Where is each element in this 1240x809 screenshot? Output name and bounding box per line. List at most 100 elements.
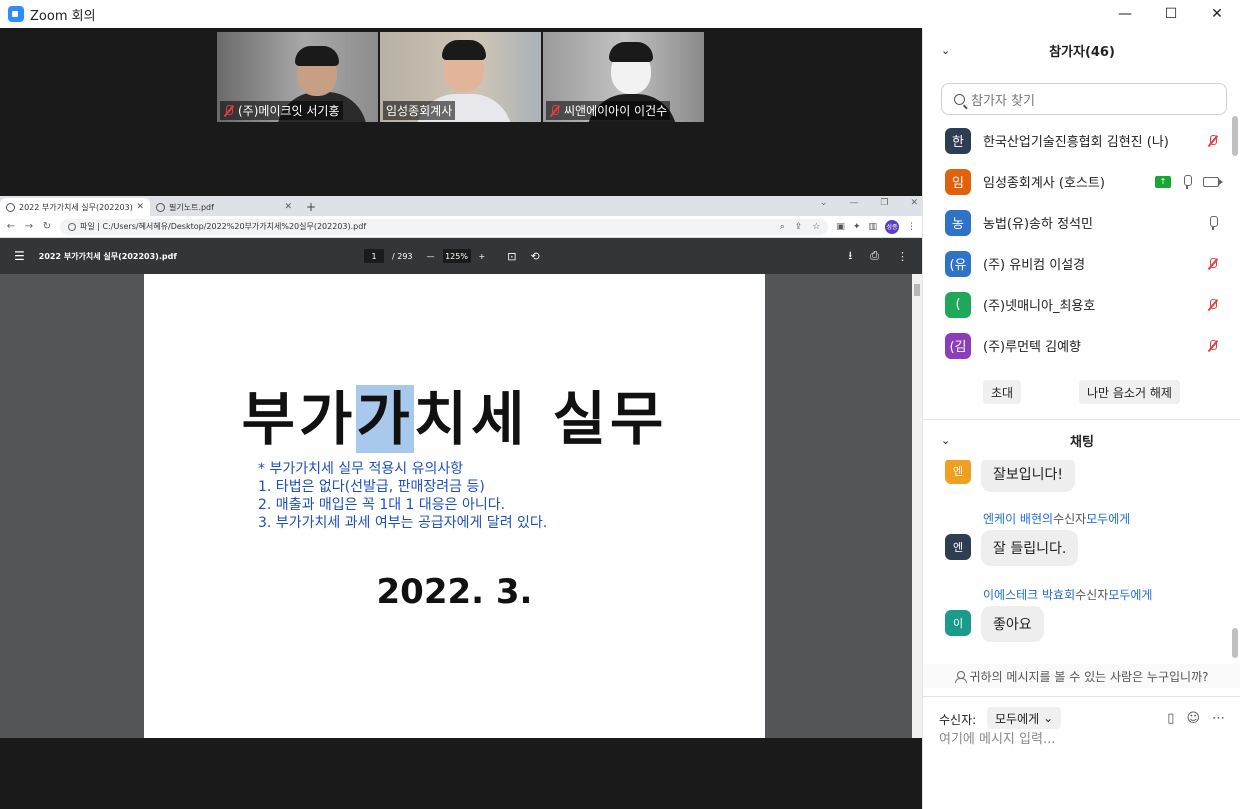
profile-avatar[interactable]: 성종 (885, 219, 899, 234)
mic-muted-icon[interactable] (1207, 257, 1219, 270)
chevron-down-icon[interactable]: ⌄ (941, 434, 950, 447)
pdf-toolbar: ☰ 2022 부가가치세 실무(202203).pdf 1 / 293 — 12… (0, 238, 922, 274)
participant-row[interactable]: 한 한국산업기술진흥협회 김현진 (나) (923, 120, 1240, 161)
minimize-icon[interactable]: — (849, 198, 858, 208)
close-button[interactable]: ✕ (1194, 0, 1240, 28)
chat-recipient[interactable]: 모두에게 (1108, 588, 1152, 602)
new-tab-button[interactable]: + (298, 198, 324, 216)
tab-close-icon[interactable]: ✕ (136, 202, 144, 212)
chevron-down-icon[interactable]: ⌄ (820, 198, 828, 208)
share-icon[interactable]: ⇪ (795, 222, 803, 232)
more-options-icon[interactable]: ⋮ (897, 250, 908, 263)
side-panel: ⌄ 참가자(46) 참가자 찾기 한 한국산업기술진흥협회 김현진 (나) 임 … (922, 28, 1240, 809)
avatar: (유 (945, 250, 971, 277)
print-icon[interactable]: ⎙ (870, 249, 879, 263)
pdf-title: 2022 부가가치세 실무(202203).pdf (38, 251, 177, 261)
chat-sender[interactable]: 엔케이 배현의 (983, 512, 1053, 526)
file-icon[interactable]: ▯ (1167, 711, 1174, 726)
mic-muted-icon (223, 104, 235, 117)
pdf-scrollbar[interactable] (912, 274, 922, 738)
extension-icon[interactable]: ▣ (836, 222, 845, 232)
tab-close-icon[interactable]: ✕ (284, 202, 292, 212)
chat-bubble: 잘보입니다! (981, 460, 1076, 492)
zoom-level-input[interactable]: 125% (442, 249, 471, 263)
url-input[interactable]: 파일 | C:/Users/혜서혜유/Desktop/2022%20부가가치세%… (60, 218, 829, 235)
search-icon (954, 93, 965, 105)
more-icon[interactable]: ⋯ (1212, 711, 1225, 726)
mic-muted-icon[interactable] (1207, 339, 1219, 352)
chat-recipient-row: 수신자: 모두에게 ⌄ ▯ ☺ ⋯ (923, 696, 1240, 729)
chat-message-input[interactable]: 여기에 메시지 입력... (939, 728, 1055, 747)
shared-screen-browser: 2022 부가가치세 실무(202203).p ✕ 필기노트.pdf ✕ + ⌄… (0, 196, 922, 738)
maximize-button[interactable]: ☐ (1148, 0, 1194, 28)
mic-icon[interactable] (1181, 174, 1193, 189)
participant-scrollbar[interactable] (1232, 116, 1238, 366)
pdf-page: 부가가치세 실무 * 부가가치세 실무 적용시 유의사항 1. 타법은 없다(선… (144, 274, 765, 738)
zoom-icon[interactable]: ⌕ (780, 222, 785, 232)
mic-muted-icon[interactable] (1207, 298, 1219, 311)
menu-icon[interactable]: ☰ (14, 249, 25, 263)
rotate-icon[interactable]: ⟲ (530, 250, 539, 263)
sidepanel-icon[interactable]: ▥ (868, 222, 877, 232)
zoom-out-icon[interactable]: — (427, 252, 435, 261)
zoom-in-icon[interactable]: + (479, 252, 486, 261)
mic-muted-icon[interactable] (1207, 134, 1219, 147)
slide-notes: * 부가가치세 실무 적용시 유의사항 1. 타법은 없다(선발급, 판매장려금… (258, 460, 547, 532)
fit-page-icon[interactable]: ⊡ (507, 250, 516, 263)
chat-title: 채팅 (1070, 434, 1094, 450)
emoji-icon[interactable]: ☺ (1186, 711, 1200, 726)
participant-row[interactable]: 농 농법(유)송하 정석민 (923, 202, 1240, 243)
video-name: 임성종회계사 (386, 104, 453, 118)
chat-scrollbar[interactable] (1232, 628, 1238, 658)
participant-name: (주)루먼텍 김예향 (983, 340, 1081, 355)
slide-title-text: 부가 (241, 385, 357, 453)
chat-to-label: 수신자 (1075, 588, 1109, 602)
invite-button[interactable]: 초대 (983, 380, 1022, 404)
page-number-input[interactable]: 1 (364, 249, 384, 263)
video-tile[interactable]: 씨앤에이아이 이건수 (543, 32, 704, 122)
forward-icon[interactable]: → (24, 221, 34, 232)
window-controls: — ☐ ✕ (1102, 0, 1240, 28)
reload-icon[interactable]: ↻ (42, 221, 52, 232)
video-tile[interactable]: (주)메이크잇 서기홍 (217, 32, 378, 122)
camera-icon[interactable] (1203, 176, 1223, 187)
restore-icon[interactable]: ❐ (880, 198, 888, 208)
avatar: ( (945, 291, 971, 318)
participant-list: 한 한국산업기술진흥협회 김현진 (나) 임 임성종회계사 (호스트) ↑ 농 … (923, 120, 1240, 366)
browser-tab-active[interactable]: 2022 부가가치세 실무(202203).p ✕ (0, 198, 150, 216)
pdf-viewer[interactable]: 부가가치세 실무 * 부가가치세 실무 적용시 유의사항 1. 타법은 없다(선… (0, 274, 922, 738)
minimize-button[interactable]: — (1102, 0, 1148, 28)
info-icon[interactable] (68, 222, 76, 231)
participant-row[interactable]: (김 (주)루먼텍 김예향 (923, 325, 1240, 366)
search-placeholder: 참가자 찾기 (971, 93, 1035, 109)
browser-tab[interactable]: 필기노트.pdf ✕ (150, 198, 298, 216)
url-text: 파일 | C:/Users/혜서혜유/Desktop/2022%20부가가치세%… (80, 222, 367, 231)
participant-actions: 초대 나만 음소거 해제 (923, 380, 1240, 404)
participant-name: 농법(유)송하 정석민 (983, 217, 1093, 232)
participant-row[interactable]: ( (주)넷매니아_최용호 (923, 284, 1240, 325)
recipient-select[interactable]: 모두에게 ⌄ (987, 707, 1062, 729)
back-icon[interactable]: ← (6, 221, 16, 232)
download-icon[interactable]: ⭳ (848, 247, 852, 266)
unmute-me-button[interactable]: 나만 음소거 해제 (1079, 380, 1180, 404)
star-icon[interactable]: ☆ (812, 222, 820, 232)
privacy-text: 귀하의 메시지를 볼 수 있는 사람은 누구입니까? (969, 669, 1209, 684)
video-tile-active[interactable]: 임성종회계사 (380, 32, 541, 122)
participant-row[interactable]: 임 임성종회계사 (호스트) ↑ (923, 161, 1240, 202)
avatar: 한 (945, 127, 971, 154)
mic-icon[interactable] (1207, 215, 1219, 230)
chat-recipient[interactable]: 모두에게 (1086, 512, 1130, 526)
participant-search-input[interactable]: 참가자 찾기 (941, 83, 1227, 115)
chat-sender-line: 이에스테크 박효회수신자모두에게 (983, 586, 1152, 603)
chevron-down-icon[interactable]: ⌄ (941, 44, 950, 57)
chat-sender[interactable]: 이에스테크 박효회 (983, 588, 1075, 602)
more-icon[interactable]: ⋮ (907, 222, 916, 232)
close-icon[interactable]: ✕ (910, 198, 918, 208)
avatar: 엔 (945, 460, 971, 484)
participant-row[interactable]: (유 (주) 유비컴 이설경 (923, 243, 1240, 284)
note-line: 3. 부가가치세 과세 여부는 공급자에게 달려 있다. (258, 515, 548, 531)
tab-label: 2022 부가가치세 실무(202203).p (19, 202, 133, 212)
chat-privacy-note[interactable]: 귀하의 메시지를 볼 수 있는 사람은 누구입니까? (923, 664, 1240, 688)
puzzle-icon[interactable]: ✦ (853, 222, 861, 232)
participant-name: 임성종회계사 (호스트) (983, 176, 1105, 191)
